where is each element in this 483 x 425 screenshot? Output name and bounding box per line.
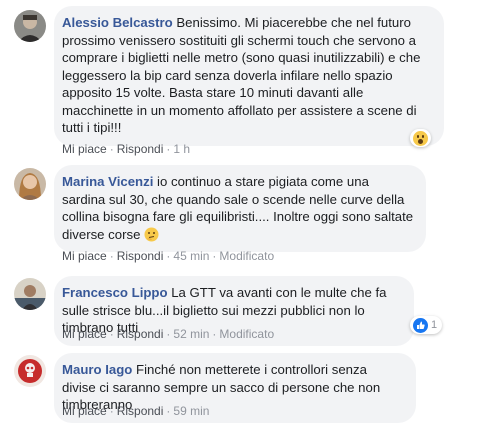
comment-timestamp[interactable]: 1 h bbox=[173, 142, 190, 156]
comment-timestamp[interactable]: 59 min bbox=[173, 404, 209, 418]
like-link[interactable]: Mi piace bbox=[62, 249, 107, 263]
avatar[interactable] bbox=[14, 278, 46, 310]
like-icon bbox=[413, 317, 428, 333]
comment-actions: Mi piace · Rispondi · 1 h bbox=[62, 142, 191, 156]
edited-label[interactable]: Modificato bbox=[219, 327, 274, 341]
thinking-face-icon bbox=[144, 227, 159, 242]
comment-timestamp[interactable]: 45 min bbox=[173, 249, 209, 263]
comment-actions: Mi piace · Rispondi · 45 min · Modificato bbox=[62, 249, 275, 263]
reaction-badge[interactable] bbox=[410, 129, 431, 147]
comment-actions: Mi piace · Rispondi · 52 min · Modificato bbox=[62, 327, 275, 341]
comment-author[interactable]: Francesco Lippo bbox=[62, 285, 168, 300]
comment-text: Benissimo. Mi piacerebbe che nel futuro … bbox=[62, 15, 421, 135]
like-link[interactable]: Mi piace bbox=[62, 327, 107, 341]
comment-timestamp[interactable]: 52 min bbox=[173, 327, 209, 341]
reply-link[interactable]: Rispondi bbox=[117, 249, 164, 263]
edited-label[interactable]: Modificato bbox=[219, 249, 274, 263]
like-link[interactable]: Mi piace bbox=[62, 404, 107, 418]
avatar[interactable] bbox=[14, 10, 46, 42]
avatar[interactable] bbox=[14, 168, 46, 200]
comment-actions: Mi piace · Rispondi · 59 min bbox=[62, 404, 210, 418]
reaction-count: 1 bbox=[431, 319, 438, 331]
reply-link[interactable]: Rispondi bbox=[117, 327, 164, 341]
comment-bubble: Marina Vicenzi io continuo a stare pigia… bbox=[54, 165, 426, 252]
reply-link[interactable]: Rispondi bbox=[117, 142, 164, 156]
reaction-badge[interactable]: 1 bbox=[410, 316, 443, 334]
like-link[interactable]: Mi piace bbox=[62, 142, 107, 156]
avatar[interactable] bbox=[14, 355, 46, 387]
wow-icon bbox=[413, 130, 428, 146]
comment-author[interactable]: Mauro Iago bbox=[62, 362, 132, 377]
comment-bubble: Alessio Belcastro Benissimo. Mi piacereb… bbox=[54, 6, 444, 146]
reply-link[interactable]: Rispondi bbox=[117, 404, 164, 418]
comment-author[interactable]: Marina Vicenzi bbox=[62, 174, 153, 189]
comment-author[interactable]: Alessio Belcastro bbox=[62, 15, 173, 30]
